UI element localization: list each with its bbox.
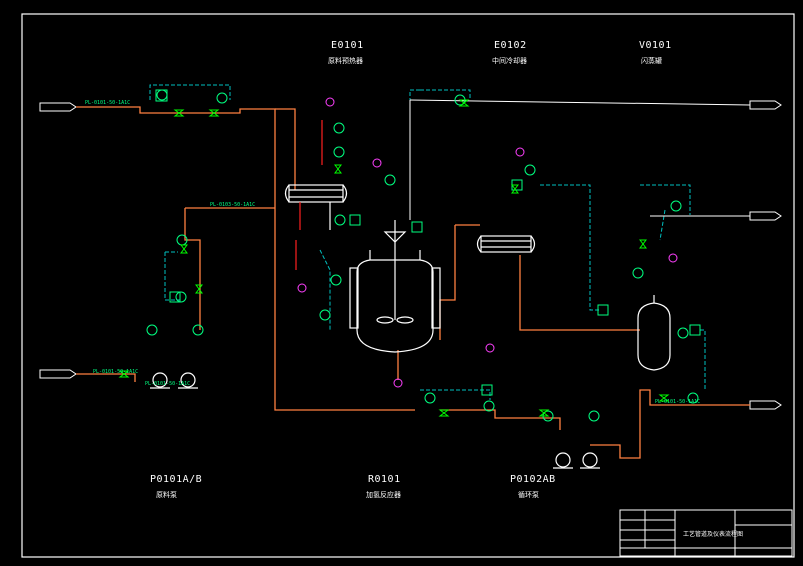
drawing-title: 工艺管道及仪表流程图 [683, 531, 744, 538]
v0101-name: 闪蒸罐 [641, 57, 662, 65]
p0101-name: 原料泵 [156, 491, 177, 499]
svg-text:PL-0101-50-1A1C: PL-0101-50-1A1C [145, 381, 190, 387]
e0102-tag: E0102 [494, 40, 527, 51]
e0101-tag: E0101 [331, 40, 364, 51]
svg-text:PL-0101-50-1A1C: PL-0101-50-1A1C [655, 399, 700, 405]
e0101-name: 原料预热器 [328, 57, 363, 65]
pid-drawing: PL-0101-50-1A1C PL-0101-50-1A1C PL-0101-… [0, 0, 803, 562]
p0101-tag: P0101A/B [150, 474, 203, 485]
p0102-name: 循环泵 [518, 491, 539, 499]
r0101-tag: R0101 [368, 474, 401, 485]
svg-text:PL-0101-50-1A1C: PL-0101-50-1A1C [93, 369, 138, 375]
svg-text:PL-0101-50-1A1C: PL-0101-50-1A1C [85, 100, 130, 106]
r0101-name: 加氢反应器 [366, 491, 401, 499]
p0102-tag: P0102AB [510, 474, 556, 485]
e0102-name: 中间冷却器 [492, 57, 527, 65]
v0101-tag: V0101 [639, 40, 672, 51]
svg-text:PL-0103-50-1A1C: PL-0103-50-1A1C [210, 202, 255, 208]
drawing-canvas: PL-0101-50-1A1C PL-0101-50-1A1C PL-0101-… [0, 0, 803, 562]
